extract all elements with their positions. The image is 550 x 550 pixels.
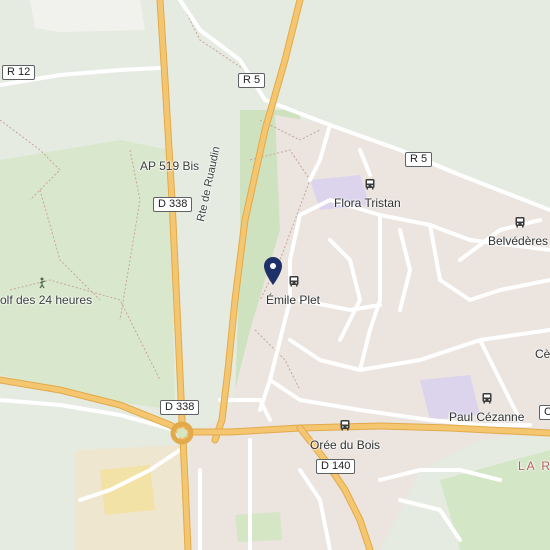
bus-stop-icon-emile-plet[interactable] bbox=[288, 275, 300, 287]
label-district-la-r: LA R bbox=[518, 459, 550, 473]
bus-stop-icon-belvederes[interactable] bbox=[514, 216, 526, 228]
label-ap519-bis: AP 519 Bis bbox=[140, 159, 200, 173]
bus-stop-icon-paul-cezanne[interactable] bbox=[481, 392, 493, 404]
road-shield-r12: R 12 bbox=[2, 65, 36, 80]
label-belvederes: Belvédères bbox=[488, 234, 549, 248]
road-shield-d338: D 338 bbox=[153, 197, 193, 212]
map-view[interactable]: R 12 R 5 R 5 D 338 D 338 D 140 C AP 519 … bbox=[0, 0, 550, 550]
golf-icon[interactable] bbox=[36, 277, 48, 289]
road-shield-r5: R 5 bbox=[238, 73, 266, 88]
golf-course-area bbox=[0, 140, 175, 410]
small-park bbox=[235, 512, 282, 542]
bus-stop-icon-oree-du-bois[interactable] bbox=[339, 419, 351, 431]
label-golf-24-heures: olf des 24 heures bbox=[0, 293, 93, 307]
label-ce: Cè bbox=[535, 347, 550, 361]
roundabout-center bbox=[177, 428, 187, 438]
label-oree-du-bois: Orée du Bois bbox=[310, 438, 381, 452]
bus-stop-icon-flora-tristan[interactable] bbox=[364, 178, 376, 190]
road-shield-d338-south: D 338 bbox=[160, 400, 200, 415]
road-shield-r5-east: R 5 bbox=[405, 152, 433, 167]
road-shield-c: C bbox=[539, 405, 550, 420]
open-area bbox=[30, 0, 145, 32]
label-paul-cezanne: Paul Cézanne bbox=[449, 410, 525, 424]
location-pin-icon[interactable] bbox=[263, 256, 283, 286]
label-flora-tristan: Flora Tristan bbox=[334, 196, 401, 210]
label-emile-plet: Émile Plet bbox=[266, 293, 321, 307]
road-shield-d140: D 140 bbox=[316, 459, 356, 474]
